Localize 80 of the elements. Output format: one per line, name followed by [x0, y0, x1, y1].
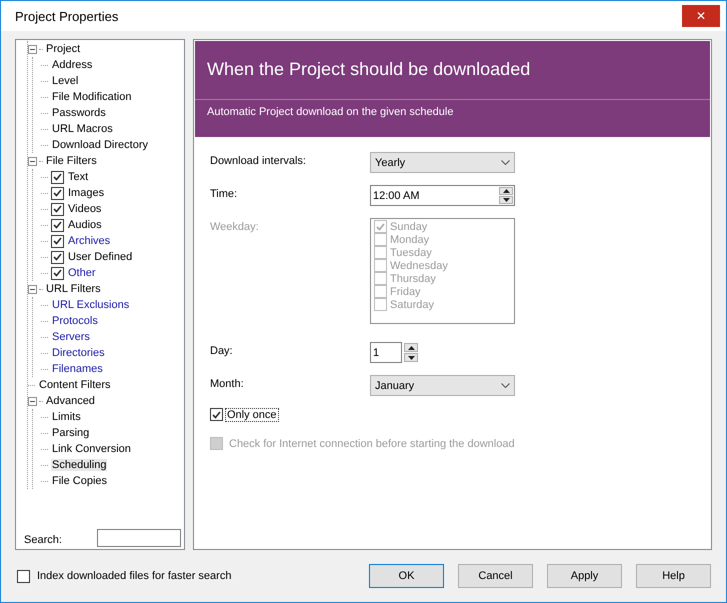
checkbox[interactable] [210, 408, 223, 421]
tree-item[interactable]: Address [51, 59, 94, 71]
tree-item[interactable]: Advanced [45, 395, 96, 407]
field-label: Weekday: [210, 220, 260, 233]
weekday-label: Thursday [390, 272, 436, 284]
collapse-icon[interactable] [28, 284, 37, 294]
dialog-button[interactable]: Apply [547, 564, 622, 588]
search-label: Search: [24, 532, 62, 546]
weekday-label: Saturday [390, 298, 434, 310]
field-label: Day: [210, 344, 234, 357]
checkbox-label: Index downloaded files for faster search [37, 570, 232, 582]
up-arrow-icon [408, 346, 414, 350]
weekday-label: Friday [390, 286, 421, 298]
field-label: Time: [210, 187, 238, 200]
checkbox[interactable] [51, 202, 64, 216]
header-subtitle: Automatic Project download on the given schedule [207, 105, 454, 118]
spinner[interactable] [404, 343, 418, 362]
field-label: Month: [210, 377, 245, 390]
chevron-down-icon [501, 160, 510, 165]
chevron-down-icon [501, 383, 510, 388]
tree-item[interactable]: Other [67, 267, 97, 279]
tree-item[interactable]: URL Macros [51, 123, 114, 135]
checkbox-label: Only once [226, 408, 278, 420]
tree-item[interactable]: Protocols [51, 315, 99, 327]
tree-item[interactable]: Download Directory [51, 139, 149, 151]
month-dropdown[interactable]: January [370, 375, 515, 396]
check-icon [212, 410, 221, 418]
tree-item[interactable]: Videos [67, 203, 102, 215]
dialog-button[interactable]: OK [369, 564, 444, 588]
checkbox[interactable] [51, 186, 64, 200]
day-field[interactable]: 1 [370, 342, 402, 363]
tree-item[interactable]: Images [67, 187, 106, 199]
tree-item[interactable]: Level [51, 75, 80, 87]
search-field[interactable] [97, 529, 181, 547]
spinner[interactable] [499, 187, 513, 204]
tree-item[interactable]: Limits [51, 411, 82, 423]
checkbox-label: Check for Internet connection before starting the download [229, 438, 515, 450]
tree-item[interactable]: Directories [51, 347, 106, 359]
tree-item[interactable]: URL Filters [45, 283, 102, 295]
collapse-icon[interactable] [28, 396, 37, 406]
tree-item[interactable]: Scheduling [51, 459, 108, 471]
tree-item[interactable]: Parsing [51, 427, 90, 439]
tree-item[interactable]: Servers [51, 331, 91, 343]
weekday-label: Wednesday [390, 260, 448, 272]
tree-item[interactable]: Passwords [51, 107, 107, 119]
tree-item[interactable]: File Modification [51, 91, 132, 103]
tree-item[interactable]: Project [45, 43, 82, 55]
tree-item[interactable]: Filenames [51, 363, 104, 375]
tree-item[interactable]: Content Filters [38, 379, 112, 391]
weekday-label: Tuesday [390, 246, 432, 258]
interval-dropdown[interactable]: Yearly [370, 152, 515, 173]
weekday-label: Sunday [390, 220, 428, 232]
down-arrow-icon [408, 356, 414, 360]
checkbox[interactable] [51, 250, 64, 264]
dialog-button[interactable]: Cancel [458, 564, 533, 588]
tree-item[interactable]: User Defined [67, 251, 134, 263]
tree-item[interactable]: Audios [67, 219, 103, 231]
tree-item[interactable]: File Filters [45, 155, 98, 167]
tree-item[interactable]: Archives [67, 235, 112, 247]
checkbox[interactable] [51, 234, 64, 248]
header-title: When the Project should be downloaded [207, 59, 532, 81]
tree-item[interactable]: File Copies [51, 475, 108, 487]
checkbox[interactable] [17, 570, 30, 582]
tree-item[interactable]: Link Conversion [51, 443, 132, 455]
check-icon [376, 222, 385, 230]
time-field[interactable]: 12:00 AM [370, 185, 515, 206]
checkbox[interactable] [51, 170, 64, 184]
tree-item[interactable]: URL Exclusions [51, 299, 130, 311]
checkbox[interactable] [51, 266, 64, 280]
collapse-icon[interactable] [28, 44, 37, 54]
window-title: Project Properties [15, 8, 118, 24]
up-arrow-icon [502, 189, 510, 193]
close-button[interactable]: ✕ [682, 5, 720, 27]
dialog-button[interactable]: Help [636, 564, 711, 588]
tree-item[interactable]: Text [67, 171, 90, 183]
field-label: Download intervals: [210, 154, 307, 167]
weekday-label: Monday [390, 234, 430, 246]
down-arrow-icon [502, 198, 510, 202]
checkbox[interactable] [51, 218, 64, 232]
collapse-icon[interactable] [28, 156, 37, 166]
